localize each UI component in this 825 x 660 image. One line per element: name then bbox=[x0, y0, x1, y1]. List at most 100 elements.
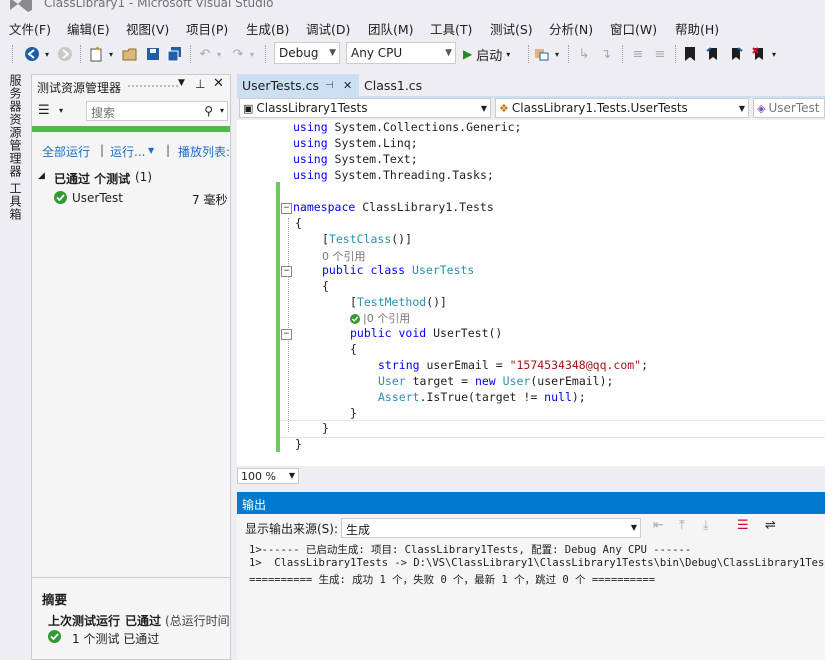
run-link[interactable]: 运行... bbox=[110, 143, 145, 160]
zoom-select[interactable]: 100 % ▼ bbox=[237, 468, 299, 484]
code-line: [TestMethod()] bbox=[350, 295, 447, 309]
chevron-down-icon: ▼ bbox=[738, 103, 745, 113]
menu-project[interactable]: 项目(P) bbox=[186, 19, 228, 38]
project-select[interactable]: ▣ ClassLibrary1Tests ▼ bbox=[239, 98, 491, 118]
code-line: { bbox=[295, 216, 302, 230]
step-over-icon[interactable]: ↴ bbox=[596, 44, 616, 64]
step-into-icon[interactable]: ↳ bbox=[574, 44, 594, 64]
word-wrap-icon[interactable]: ⇌ bbox=[765, 518, 776, 533]
codelens-references[interactable]: |0 个引用 bbox=[363, 310, 410, 326]
save-icon[interactable] bbox=[143, 44, 163, 64]
bookmark-icon[interactable] bbox=[680, 44, 700, 64]
previous-message-icon[interactable]: ⤒ bbox=[679, 518, 685, 533]
output-source-select[interactable]: 生成 ▼ bbox=[341, 518, 641, 538]
prev-bookmark-icon[interactable] bbox=[703, 44, 723, 64]
clear-bookmarks-icon[interactable] bbox=[749, 44, 769, 64]
code-editor[interactable]: using System.Collections.Generic; using … bbox=[237, 120, 825, 466]
menu-edit[interactable]: 编辑(E) bbox=[67, 19, 110, 38]
close-tab-icon[interactable]: ✕ bbox=[343, 79, 352, 92]
collapse-namespace-icon[interactable]: − bbox=[281, 203, 292, 214]
passed-group-label[interactable]: 已通过 个测试 bbox=[54, 170, 130, 187]
menu-build[interactable]: 生成(B) bbox=[246, 19, 289, 38]
run-dropdown-icon[interactable]: ▼ bbox=[148, 146, 154, 155]
playlist-link[interactable]: 播放列表: bbox=[178, 143, 230, 160]
menu-tools[interactable]: 工具(T) bbox=[430, 19, 472, 38]
save-all-icon[interactable] bbox=[165, 44, 185, 64]
group-by-icon[interactable]: ☰ bbox=[38, 103, 50, 118]
next-message-icon[interactable]: ⤓ bbox=[703, 518, 709, 533]
type-select-value: ClassLibrary1.Tests.UserTests bbox=[511, 101, 688, 115]
back-dropdown-icon[interactable]: ▾ bbox=[42, 44, 52, 64]
project-icon: ▣ bbox=[243, 101, 254, 115]
menu-file[interactable]: 文件(F) bbox=[9, 19, 51, 38]
code-line: using System.Text; bbox=[293, 152, 418, 166]
forward-icon[interactable] bbox=[55, 44, 75, 64]
toolbar-separator bbox=[622, 45, 624, 63]
uncomment-icon[interactable]: ≡ bbox=[650, 44, 670, 64]
undo-dropdown-icon[interactable]: ▾ bbox=[214, 44, 224, 64]
window-title: ClassLibrary1 - Microsoft Visual Studio bbox=[44, 0, 274, 10]
solution-platform-select[interactable]: Any CPU ▼ bbox=[346, 42, 456, 64]
back-icon[interactable] bbox=[22, 44, 42, 64]
toolbar-overflow-icon[interactable]: ▾ bbox=[768, 44, 780, 64]
browser-link-dropdown-icon[interactable]: ▾ bbox=[552, 44, 562, 64]
toolbar-grip bbox=[12, 45, 14, 63]
collapse-method-icon[interactable]: − bbox=[281, 329, 292, 340]
menu-view[interactable]: 视图(V) bbox=[126, 19, 169, 38]
chevron-down-icon: ▾ bbox=[506, 49, 511, 59]
toolbox-tab[interactable]: 工具箱 bbox=[7, 182, 24, 221]
tab-label: Class1.cs bbox=[364, 77, 423, 93]
search-dropdown-icon[interactable]: ▾ bbox=[220, 106, 224, 115]
collapse-class-icon[interactable]: − bbox=[281, 266, 292, 277]
new-project-icon[interactable] bbox=[86, 44, 106, 64]
test-search-input[interactable]: 搜索 ⚲ ▾ bbox=[86, 101, 228, 121]
redo-icon[interactable]: ↷ bbox=[229, 44, 247, 64]
clear-all-icon[interactable]: ☰ bbox=[737, 518, 749, 533]
solution-platform-value: Any CPU bbox=[351, 46, 403, 60]
menu-help[interactable]: 帮助(H) bbox=[675, 19, 719, 38]
solution-config-select[interactable]: Debug ▼ bbox=[274, 42, 340, 64]
code-line: using System.Collections.Generic; bbox=[293, 120, 522, 134]
type-select[interactable]: ❖ ClassLibrary1.Tests.UserTests ▼ bbox=[495, 98, 749, 118]
summary-title: 摘要 bbox=[42, 592, 68, 607]
menu-analyze[interactable]: 分析(N) bbox=[549, 19, 593, 38]
comment-icon[interactable]: ≡ bbox=[628, 44, 648, 64]
browser-link-icon[interactable] bbox=[532, 44, 552, 64]
code-line: namespace ClassLibrary1.Tests bbox=[293, 200, 494, 214]
toolbar-separator bbox=[675, 45, 677, 63]
menu-test[interactable]: 测试(S) bbox=[490, 19, 533, 38]
test-passed-icon[interactable] bbox=[350, 313, 360, 327]
find-message-icon[interactable]: ⇤ bbox=[653, 518, 664, 533]
tab-class1[interactable]: Class1.cs bbox=[359, 74, 439, 96]
menu-bar: 文件(F) 编辑(E) 视图(V) 项目(P) 生成(B) 调试(D) 团队(M… bbox=[0, 16, 825, 38]
menu-debug[interactable]: 调试(D) bbox=[306, 19, 350, 38]
menu-team[interactable]: 团队(M) bbox=[368, 19, 414, 38]
next-bookmark-icon[interactable] bbox=[726, 44, 746, 64]
codelens-references[interactable]: 0 个引用 bbox=[322, 248, 366, 264]
output-line: ========== 生成: 成功 1 个，失败 0 个，最新 1 个，跳过 0… bbox=[249, 574, 656, 586]
new-dropdown-icon[interactable]: ▾ bbox=[106, 44, 116, 64]
test-item-name[interactable]: UserTest bbox=[72, 191, 123, 205]
search-icon[interactable]: ⚲ bbox=[204, 104, 213, 118]
close-icon[interactable]: ✕ bbox=[213, 76, 224, 91]
chevron-down-icon: ▼ bbox=[329, 48, 336, 58]
current-line-highlight bbox=[281, 420, 825, 438]
menu-window[interactable]: 窗口(W) bbox=[610, 19, 657, 38]
visual-studio-logo-icon bbox=[10, 0, 32, 12]
pin-tab-icon[interactable]: ⊣ bbox=[325, 80, 334, 91]
pin-icon[interactable]: ⊥ bbox=[195, 77, 205, 91]
open-file-icon[interactable] bbox=[120, 44, 140, 64]
summary-divider bbox=[32, 577, 230, 578]
redo-dropdown-icon[interactable]: ▾ bbox=[247, 44, 257, 64]
server-explorer-tab[interactable]: 服务器资源管理器 bbox=[7, 74, 24, 178]
group-by-dropdown-icon[interactable]: ▾ bbox=[59, 106, 63, 115]
run-all-link[interactable]: 全部运行 bbox=[42, 143, 90, 160]
panel-menu-icon[interactable]: ▼ bbox=[178, 78, 185, 88]
test-progress-bar bbox=[32, 126, 230, 132]
expand-triangle-icon[interactable]: ◢ bbox=[38, 171, 45, 181]
start-button[interactable]: ▶ 启动 ▾ bbox=[463, 44, 527, 64]
undo-icon[interactable]: ↶ bbox=[196, 44, 214, 64]
output-source-value: 生成 bbox=[346, 523, 371, 537]
tab-usertests[interactable]: UserTests.cs ⊣ ✕ bbox=[237, 74, 359, 96]
member-select[interactable]: ◈ UserTest bbox=[753, 98, 825, 118]
